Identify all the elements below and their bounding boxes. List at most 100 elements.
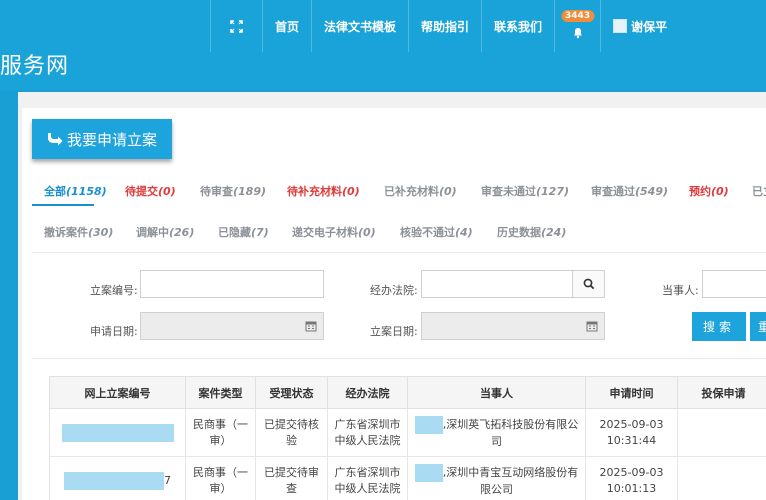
share-arrow-icon [47,133,63,146]
case-no-suffix: 7 [164,473,171,487]
tab-label: 审查通过 [591,185,635,198]
tab-label: 调解中 [136,226,169,239]
tab-count: (127) [536,185,570,198]
active-tab-indicator [32,204,94,206]
apply-filing-button[interactable]: 我要申请立案 [32,119,172,159]
case-no-label: 立案编号: [90,284,138,297]
tab-materials-supplemented[interactable]: 已补充材料(0) [384,183,457,199]
court-input[interactable] [421,270,605,298]
tab-count: (189) [233,185,267,198]
case-table: 网上立案编号 案件类型 受理状态 经办法院 当事人 申请时间 投保申请 民商事（… [49,376,766,500]
tab-count: (0) [158,185,176,198]
tab-pending-submit[interactable]: 待提交(0) [125,183,176,199]
nav-legal-templates[interactable]: 法律文书模板 [311,0,408,52]
cell-case-no[interactable] [49,408,186,457]
apply-date-input[interactable] [140,312,324,340]
site-brand: 服务网 [0,54,70,79]
col-apply-time[interactable]: 申请时间 [585,376,678,409]
tab-submit-e-materials[interactable]: 递交电子材料(0) [292,224,376,240]
top-nav: 首页 法律文书模板 帮助指引 联系我们 3443 谢保平 [210,0,679,52]
cell-insurance [677,408,766,457]
col-status[interactable]: 受理状态 [255,376,328,409]
fullscreen-icon [230,19,243,33]
tab-count: (0) [439,185,457,198]
party-label: 当事人: [662,284,699,297]
col-court[interactable]: 经办法院 [327,376,408,409]
tab-count: (1158) [66,185,107,198]
tab-count: (0) [711,185,729,198]
tab-count: (26) [169,226,195,239]
cell-party: ,深圳英飞拓科技股份有限公司 [407,408,586,457]
tab-label: 递交电子材料 [292,226,358,239]
col-case-type[interactable]: 案件类型 [185,376,256,409]
redacted-mask [61,423,174,442]
tab-review-rejected[interactable]: 审查未通过(127) [481,183,569,199]
apply-date-label: 申请日期: [90,325,138,338]
tab-label: 待提交 [125,185,158,198]
tab-pending-review[interactable]: 待审查(189) [200,183,266,199]
col-insurance[interactable]: 投保申请 [677,376,766,409]
tab-review-passed[interactable]: 审查通过(549) [591,183,668,199]
tab-label: 核验不通过 [400,226,455,239]
cell-court: 广东省深圳市中级人民法院 [327,456,408,500]
tab-label: 已隐藏 [218,226,251,239]
tab-verify-failed[interactable]: 核验不通过(4) [400,224,473,240]
court-label: 经办法院: [370,284,418,297]
tab-label: 撤诉案件 [44,226,88,239]
tab-history[interactable]: 历史数据(24) [497,224,566,240]
court-search-addon[interactable] [572,271,604,297]
table-row[interactable]: 民商事（一审） 已提交待核验 广东省深圳市中级人民法院 ,深圳英飞拓科技股份有限… [49,408,766,457]
top-header: 服务网 首页 法律文书模板 帮助指引 联系我们 3443 谢保平 [0,0,766,90]
calendar-icon [305,321,317,332]
fullscreen-button[interactable] [210,0,262,52]
nav-help[interactable]: 帮助指引 [408,0,481,52]
apply-button-label: 我要申请立案 [66,130,157,149]
tab-appointment[interactable]: 预约(0) [689,183,729,199]
case-no-input[interactable] [140,270,324,298]
tab-withdrawn[interactable]: 撤诉案件(30) [44,224,113,240]
redacted-mask [64,471,164,490]
tab-filed[interactable]: 已立 [752,183,766,199]
cell-case-no[interactable]: 7 [49,456,186,500]
tabs-divider [32,252,766,253]
tab-all[interactable]: 全部(1158) [44,183,107,199]
reset-button[interactable]: 重 [750,312,766,341]
notification-button[interactable]: 3443 [554,0,600,52]
tab-label: 已立 [752,185,766,198]
filing-date-input[interactable] [421,312,605,340]
col-case-no[interactable]: 网上立案编号 [49,376,186,409]
table-row[interactable]: 7 民商事（一审） 已提交待审查 广东省深圳市中级人民法院 ,深圳中青宝互动网络… [49,456,766,500]
search-icon [583,278,594,290]
tab-label: 审查未通过 [481,185,536,198]
tab-needs-materials[interactable]: 待补充材料(0) [287,183,360,199]
tab-count: (0) [358,226,376,239]
cell-case-type: 民商事（一审） [185,456,256,500]
tab-label: 已补充材料 [384,185,439,198]
col-party[interactable]: 当事人 [407,376,586,409]
tab-label: 全部 [44,185,66,198]
tab-count: (24) [541,226,567,239]
tab-label: 待审查 [200,185,233,198]
avatar [613,19,628,33]
party-input[interactable] [702,270,766,298]
tab-count: (7) [251,226,269,239]
user-menu[interactable]: 谢保平 [600,0,679,52]
cell-party: ,深圳中青宝互动网络股份有限公司 [407,456,586,500]
cell-apply-time: 2025-09-03 10:31:44 [585,408,678,457]
tab-hidden[interactable]: 已隐藏(7) [218,224,269,240]
tab-count: (549) [635,185,669,198]
cell-court: 广东省深圳市中级人民法院 [327,408,408,457]
redacted-mask [414,463,443,482]
tab-label: 待补充材料 [287,185,342,198]
search-button[interactable]: 搜索 [692,312,746,341]
tab-count: (0) [342,185,360,198]
filing-date-label: 立案日期: [370,325,418,338]
cell-status: 已提交待审查 [255,456,328,500]
notification-badge: 3443 [561,10,595,22]
nav-contact[interactable]: 联系我们 [481,0,554,52]
nav-home[interactable]: 首页 [262,0,311,52]
cell-status: 已提交待核验 [255,408,328,457]
tab-label: 预约 [689,185,711,198]
tab-mediating[interactable]: 调解中(26) [136,224,194,240]
tab-label: 历史数据 [497,226,541,239]
